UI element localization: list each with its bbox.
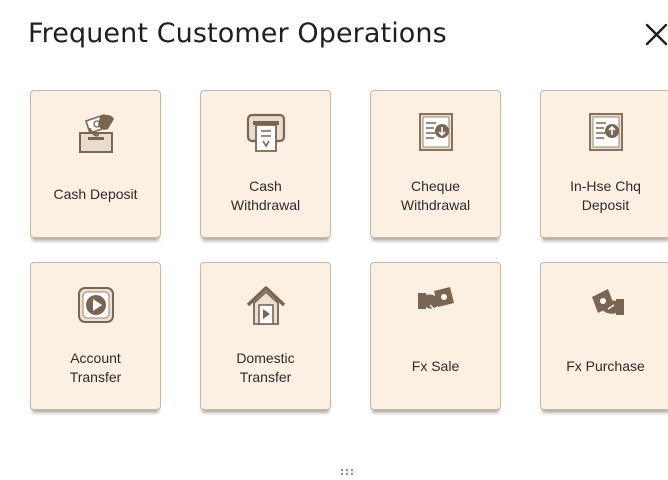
close-button[interactable] bbox=[644, 16, 668, 50]
fx-sale-icon bbox=[414, 283, 458, 327]
drag-handle-icon bbox=[341, 469, 353, 475]
tile-in-hse-chq-deposit[interactable]: In-Hse Chq Deposit bbox=[540, 90, 668, 238]
tile-label: Cheque Withdrawal bbox=[400, 178, 471, 213]
cash-deposit-icon bbox=[74, 111, 118, 155]
atm-withdrawal-icon bbox=[244, 111, 288, 155]
tile-cash-deposit[interactable]: Cash Deposit bbox=[30, 90, 161, 238]
tile-label: Domestic Transfer bbox=[236, 350, 295, 385]
tile-cash-withdrawal[interactable]: Cash Withdrawal bbox=[200, 90, 331, 238]
tile-label: Account Transfer bbox=[69, 350, 122, 385]
account-transfer-icon bbox=[74, 283, 118, 327]
tile-label: Cash Deposit bbox=[53, 186, 138, 202]
domestic-transfer-icon bbox=[244, 283, 288, 327]
tile-label: In-Hse Chq Deposit bbox=[570, 178, 641, 213]
close-icon bbox=[645, 23, 668, 46]
frequent-operations-dialog: Frequent Customer Operations Cash Deposi… bbox=[0, 0, 668, 480]
tile-label: Fx Purchase bbox=[566, 358, 645, 374]
tile-fx-purchase[interactable]: Fx Purchase bbox=[540, 262, 668, 410]
cheque-deposit-icon bbox=[584, 111, 628, 155]
dialog-title: Frequent Customer Operations bbox=[28, 18, 447, 49]
tile-domestic-transfer[interactable]: Domestic Transfer bbox=[200, 262, 331, 410]
tile-label: Fx Sale bbox=[411, 358, 460, 374]
fx-purchase-icon bbox=[584, 283, 628, 327]
tile-account-transfer[interactable]: Account Transfer bbox=[30, 262, 161, 410]
tile-fx-sale[interactable]: Fx Sale bbox=[370, 262, 501, 410]
tile-label: Cash Withdrawal bbox=[230, 178, 301, 213]
drag-handle[interactable] bbox=[340, 468, 354, 476]
tile-cheque-withdrawal[interactable]: Cheque Withdrawal bbox=[370, 90, 501, 238]
cheque-withdrawal-icon bbox=[414, 111, 458, 155]
